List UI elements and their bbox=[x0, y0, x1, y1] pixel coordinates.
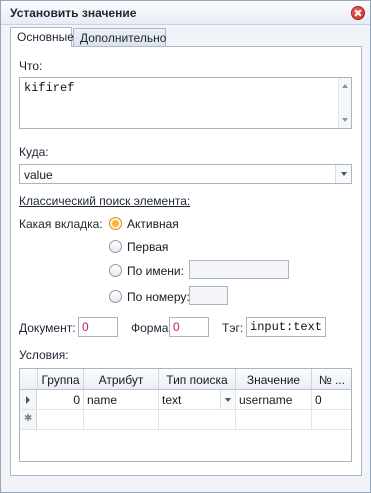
form-label: Форма: bbox=[131, 321, 172, 335]
tag-input[interactable]: input:text bbox=[246, 317, 326, 337]
cell-search-type-dropdown[interactable] bbox=[220, 390, 235, 409]
cell-search-type-value: text bbox=[162, 393, 182, 407]
cell-number-value: 0 bbox=[315, 393, 322, 407]
window-title: Установить значение bbox=[10, 6, 137, 20]
tab-number-input[interactable] bbox=[189, 286, 228, 305]
conditions-grid[interactable]: Группа Атрибут Тип поиска Значение № ...… bbox=[19, 368, 352, 462]
row-header-corner bbox=[20, 369, 38, 390]
radio-by-number[interactable] bbox=[109, 290, 122, 303]
form-value: 0 bbox=[173, 320, 180, 334]
tab-extra[interactable]: Дополнительно bbox=[73, 28, 166, 46]
column-header-attribute[interactable]: Атрибут bbox=[84, 369, 159, 390]
column-number-label: № ... bbox=[318, 373, 346, 387]
tab-main-label: Основные bbox=[17, 30, 74, 44]
new-cell-number[interactable] bbox=[312, 410, 351, 430]
new-cell-attribute[interactable] bbox=[84, 410, 159, 430]
tab-extra-label: Дополнительно bbox=[80, 31, 167, 45]
row-pointer-icon bbox=[26, 396, 30, 404]
new-cell-value[interactable] bbox=[236, 410, 312, 430]
radio-active[interactable] bbox=[109, 217, 122, 230]
radio-by-name-label: По имени: bbox=[127, 264, 184, 278]
column-search-type-label: Тип поиска bbox=[166, 373, 228, 387]
document-value: 0 bbox=[82, 320, 89, 334]
title-bar: Установить значение bbox=[1, 1, 370, 25]
dialog-window: Установить значение Основные Дополнитель… bbox=[0, 0, 371, 493]
chevron-down-icon bbox=[341, 172, 347, 176]
tag-value: input:text bbox=[250, 320, 323, 334]
what-scrollbar[interactable] bbox=[338, 78, 351, 128]
what-value: kifiref bbox=[24, 81, 75, 95]
where-label: Куда: bbox=[19, 145, 49, 159]
tab-main[interactable]: Основные bbox=[10, 27, 74, 47]
radio-active-label: Активная bbox=[127, 217, 179, 231]
cell-search-type[interactable]: text bbox=[159, 390, 236, 410]
column-header-value[interactable]: Значение bbox=[236, 369, 312, 390]
cell-group[interactable]: 0 bbox=[38, 390, 84, 410]
form-input[interactable]: 0 bbox=[169, 317, 209, 337]
tab-name-input[interactable] bbox=[189, 260, 289, 279]
cell-value[interactable]: username bbox=[236, 390, 312, 410]
conditions-label: Условия: bbox=[19, 348, 69, 362]
row-selector[interactable] bbox=[20, 390, 37, 410]
column-attribute-label: Атрибут bbox=[98, 373, 144, 387]
classic-search-heading: Классический поиск элемента: bbox=[19, 194, 191, 208]
close-icon[interactable] bbox=[351, 6, 365, 20]
document-label: Документ: bbox=[19, 321, 76, 335]
new-row-selector[interactable]: ✱ bbox=[20, 410, 37, 430]
scroll-up-icon[interactable] bbox=[342, 84, 348, 88]
chevron-down-icon bbox=[225, 398, 231, 402]
radio-first-label: Первая bbox=[127, 240, 169, 254]
column-value-label: Значение bbox=[246, 373, 301, 387]
column-header-number[interactable]: № ... bbox=[312, 369, 351, 390]
cell-group-value: 0 bbox=[73, 393, 80, 407]
cell-attribute-value: name bbox=[87, 393, 118, 407]
document-input[interactable]: 0 bbox=[78, 317, 118, 337]
what-textarea[interactable]: kifiref bbox=[19, 77, 352, 129]
column-group-label: Группа bbox=[41, 373, 80, 387]
radio-by-name[interactable] bbox=[109, 264, 122, 277]
where-select[interactable]: value bbox=[19, 164, 352, 184]
column-header-search-type[interactable]: Тип поиска bbox=[159, 369, 236, 390]
cell-attribute[interactable]: name bbox=[84, 390, 159, 410]
new-cell-search-type[interactable] bbox=[159, 410, 236, 430]
where-dropdown-button[interactable] bbox=[335, 165, 351, 183]
cell-number[interactable]: 0 bbox=[312, 390, 351, 410]
which-tab-label: Какая вкладка: bbox=[19, 217, 103, 231]
tag-label: Тэг: bbox=[222, 321, 244, 335]
new-row-icon: ✱ bbox=[24, 413, 33, 424]
scroll-down-icon[interactable] bbox=[342, 118, 348, 122]
what-label: Что: bbox=[19, 59, 43, 73]
new-cell-group[interactable] bbox=[38, 410, 84, 430]
cell-value-text: username bbox=[239, 393, 293, 407]
where-value: value bbox=[24, 168, 53, 182]
radio-first[interactable] bbox=[109, 240, 122, 253]
radio-by-number-label: По номеру: bbox=[127, 290, 190, 304]
column-header-group[interactable]: Группа bbox=[38, 369, 84, 390]
